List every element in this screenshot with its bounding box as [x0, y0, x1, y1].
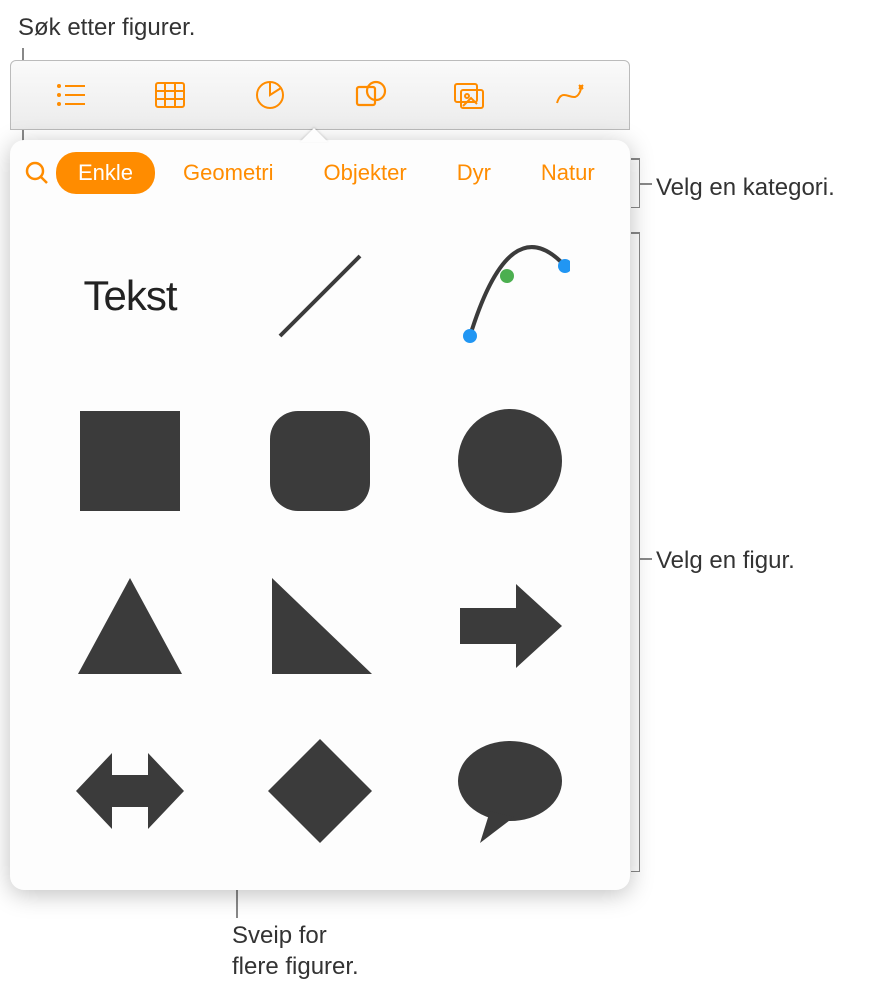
list-icon[interactable]	[36, 70, 106, 120]
pentagon-shape[interactable]	[230, 878, 410, 890]
media-icon[interactable]	[434, 70, 504, 120]
category-geometri[interactable]: Geometri	[161, 152, 295, 194]
callout-line	[640, 183, 652, 185]
shapes-grid[interactable]: Tekst	[10, 208, 630, 890]
line-shape[interactable]	[230, 218, 410, 373]
curve-shape[interactable]	[420, 218, 600, 373]
shapes-popover: Enkle Geometri Objekter Dyr Natur Tekst	[10, 140, 630, 890]
callout-shape[interactable]	[40, 878, 220, 890]
circle-shape[interactable]	[420, 383, 600, 538]
search-icon[interactable]	[24, 156, 50, 190]
category-dyr[interactable]: Dyr	[435, 152, 513, 194]
star-shape[interactable]	[420, 878, 600, 890]
popover-pointer	[300, 128, 328, 142]
callout-search: Søk etter figurer.	[18, 12, 195, 43]
callout-bracket	[632, 232, 640, 872]
category-natur[interactable]: Natur	[519, 152, 617, 194]
shapes-icon[interactable]	[335, 70, 405, 120]
callout-category: Velg en kategori.	[656, 172, 835, 203]
double-arrow-shape[interactable]	[40, 713, 220, 868]
right-triangle-shape[interactable]	[230, 548, 410, 703]
category-objekter[interactable]: Objekter	[302, 152, 429, 194]
arrow-right-shape[interactable]	[420, 548, 600, 703]
triangle-shape[interactable]	[40, 548, 220, 703]
chart-icon[interactable]	[235, 70, 305, 120]
table-icon[interactable]	[135, 70, 205, 120]
text-shape[interactable]: Tekst	[40, 218, 220, 373]
speech-bubble-shape[interactable]	[420, 713, 600, 868]
toolbar	[10, 60, 630, 130]
category-bar: Enkle Geometri Objekter Dyr Natur	[10, 140, 630, 208]
diamond-shape[interactable]	[230, 713, 410, 868]
draw-icon[interactable]	[534, 70, 604, 120]
callout-bracket	[632, 158, 640, 208]
rounded-square-shape[interactable]	[230, 383, 410, 538]
category-enkle[interactable]: Enkle	[56, 152, 155, 194]
callout-swipe: Sveip for flere figurer.	[232, 920, 359, 982]
callout-shape: Velg en figur.	[656, 545, 795, 576]
callout-line	[640, 558, 652, 560]
square-shape[interactable]	[40, 383, 220, 538]
text-shape-label: Tekst	[83, 272, 176, 320]
